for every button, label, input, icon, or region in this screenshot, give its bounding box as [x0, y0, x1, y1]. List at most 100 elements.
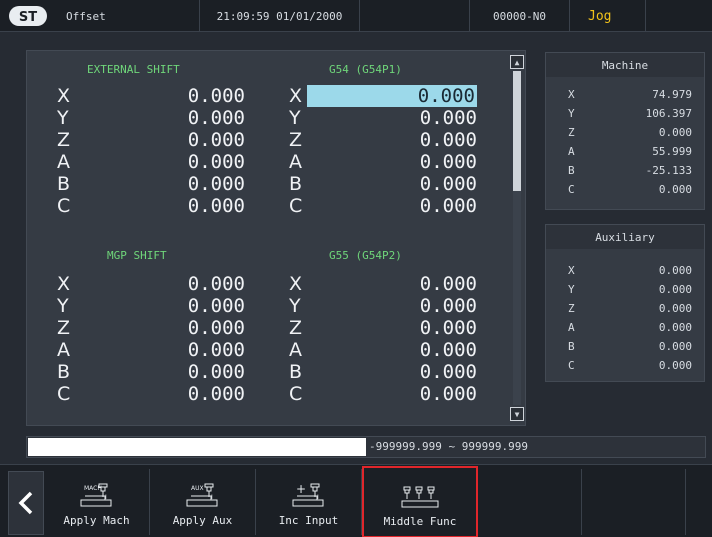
external_shift-axis-label: Y	[57, 107, 69, 129]
mgp_shift-value[interactable]: 0.000	[135, 361, 245, 383]
section-title-mgp-shift: MGP SHIFT	[107, 249, 167, 262]
auxiliary-axis-value: 0.000	[658, 359, 692, 372]
scroll-down-icon[interactable]: ▼	[510, 407, 524, 421]
mgp_shift-value[interactable]: 0.000	[135, 317, 245, 339]
chevron-left-icon	[18, 491, 33, 515]
auxiliary-row: Z 0.000	[546, 299, 704, 318]
auxiliary-row: A 0.000	[546, 318, 704, 337]
external_shift-value[interactable]: 0.000	[135, 129, 245, 151]
g54-value[interactable]: 0.000	[367, 173, 477, 195]
mgp_shift-axis-label: A	[57, 339, 70, 361]
scroll-thumb[interactable]	[513, 71, 521, 191]
machine-row: Y 106.397	[546, 104, 704, 123]
machine-rows: X 74.979 Y 106.397 Z 0.000 A 55.999 B -25.133 C 0.0…	[546, 77, 704, 199]
external_shift-value[interactable]: 0.000	[135, 85, 245, 107]
inc-input-icon: + I	[292, 482, 323, 507]
mgp_shift-axis-label: Z	[57, 317, 71, 339]
g55-axis-label: C	[289, 383, 303, 405]
machine-axis-label: Z	[568, 126, 575, 139]
external_shift-axis-label: B	[57, 173, 71, 195]
g55-value[interactable]: 0.000	[367, 295, 477, 317]
external_shift-value[interactable]: 0.000	[135, 107, 245, 129]
g55-value[interactable]: 0.000	[367, 339, 477, 361]
mgp_shift-value[interactable]: 0.000	[135, 273, 245, 295]
auxiliary-row: C 0.000	[546, 356, 704, 375]
auxiliary-axis-label: B	[568, 340, 575, 353]
machine-axis-label: Y	[568, 107, 575, 120]
datetime-display: 21:09:59 01/01/2000	[200, 0, 360, 32]
input-bar: -999999.999 ~ 999999.999	[26, 436, 706, 458]
softkey-label: Apply Mach	[63, 514, 130, 527]
g54-value[interactable]: 0.000	[367, 195, 477, 217]
g55-value[interactable]: 0.000	[367, 361, 477, 383]
g55-axis-label: B	[289, 361, 303, 383]
svg-text:+: +	[296, 482, 306, 496]
vertical-scrollbar[interactable]: ▲ ▼	[510, 55, 524, 421]
auxiliary-row: Y 0.000	[546, 280, 704, 299]
g54-value[interactable]: 0.000	[367, 129, 477, 151]
softkey-label: Inc Input	[278, 514, 339, 527]
external_shift-value[interactable]: 0.000	[135, 173, 245, 195]
section-title-external-shift: EXTERNAL SHIFT	[87, 63, 180, 76]
scroll-up-icon[interactable]: ▲	[510, 55, 524, 69]
softkey-middle-func[interactable]: Middle Func	[362, 466, 478, 537]
machine-position-panel: Machine X 74.979 Y 106.397 Z 0.000 A 55.999 B -25…	[545, 52, 705, 210]
machine-row: X 74.979	[546, 85, 704, 104]
g55-axis-label: A	[289, 339, 302, 361]
mgp_shift-axis-label: C	[57, 383, 71, 405]
input-range-hint: -999999.999 ~ 999999.999	[369, 440, 528, 453]
section-title-g55: G55 (G54P2)	[329, 249, 402, 262]
external_shift-value[interactable]: 0.000	[135, 151, 245, 173]
auxiliary-rows: X 0.000 Y 0.000 Z 0.000 A 0.000 B 0.000 C 0.000	[546, 249, 704, 375]
svg-text:ST: ST	[19, 10, 37, 25]
machine-axis-value: 0.000	[658, 183, 692, 196]
mgp_shift-value[interactable]: 0.000	[135, 295, 245, 317]
mgp_shift-value[interactable]: 0.000	[135, 383, 245, 405]
softkey-empty-6[interactable]	[582, 469, 686, 535]
mgp_shift-value[interactable]: 0.000	[135, 339, 245, 361]
value-input[interactable]	[28, 438, 366, 456]
machine-title: Machine	[546, 53, 704, 77]
machine-axis-value: 55.999	[652, 145, 692, 158]
softkey-apply-aux[interactable]: AUX I Apply Aux	[150, 469, 256, 535]
g54-axis-label: C	[289, 195, 303, 217]
g54-axis-label: A	[289, 151, 302, 173]
machine-row: B -25.133	[546, 161, 704, 180]
auxiliary-axis-label: C	[568, 359, 575, 372]
auxiliary-axis-label: Y	[568, 283, 575, 296]
softkey-label: Apply Aux	[172, 514, 233, 527]
g55-value[interactable]: 0.000	[367, 273, 477, 295]
auxiliary-axis-label: X	[568, 264, 575, 277]
softkey-inc-input[interactable]: + I Inc Input	[256, 469, 362, 535]
g54-value[interactable]: 0.000	[367, 107, 477, 129]
external_shift-axis-label: C	[57, 195, 71, 217]
auxiliary-axis-label: Z	[568, 302, 575, 315]
g54-axis-label: Y	[289, 107, 301, 129]
machine-axis-value: 0.000	[658, 126, 692, 139]
auxiliary-axis-value: 0.000	[658, 340, 692, 353]
g54-value[interactable]: 0.000	[367, 151, 477, 173]
auxiliary-position-panel: Auxiliary X 0.000 Y 0.000 Z 0.000 A 0.000 B 0.000…	[545, 224, 705, 382]
mgp_shift-axis-label: B	[57, 361, 71, 383]
section-title-g54: G54 (G54P1)	[329, 63, 402, 76]
g54-axis-label: B	[289, 173, 303, 195]
machine-axis-label: A	[568, 145, 575, 158]
program-number: 00000-N0	[470, 0, 570, 32]
auxiliary-axis-value: 0.000	[658, 264, 692, 277]
screen-title: Offset	[60, 0, 200, 32]
external_shift-value[interactable]: 0.000	[135, 195, 245, 217]
auxiliary-axis-value: 0.000	[658, 302, 692, 315]
softkey-bar: MACH I Apply Mach AUX I Apply Aux + I In…	[0, 464, 712, 537]
g55-value[interactable]: 0.000	[367, 383, 477, 405]
softkey-apply-mach[interactable]: MACH I Apply Mach	[44, 469, 150, 535]
machine-axis-value: 106.397	[645, 107, 692, 120]
machine-axis-value: 74.979	[652, 88, 692, 101]
machine-axis-value: -25.133	[645, 164, 692, 177]
machine-axis-label: X	[568, 88, 575, 101]
external_shift-axis-label: Z	[57, 129, 71, 151]
softkey-empty-5[interactable]	[478, 469, 582, 535]
back-button[interactable]	[8, 471, 44, 535]
g54-value-selected[interactable]: 0.000	[307, 85, 477, 107]
g55-value[interactable]: 0.000	[367, 317, 477, 339]
middle-func-icon	[401, 486, 439, 508]
